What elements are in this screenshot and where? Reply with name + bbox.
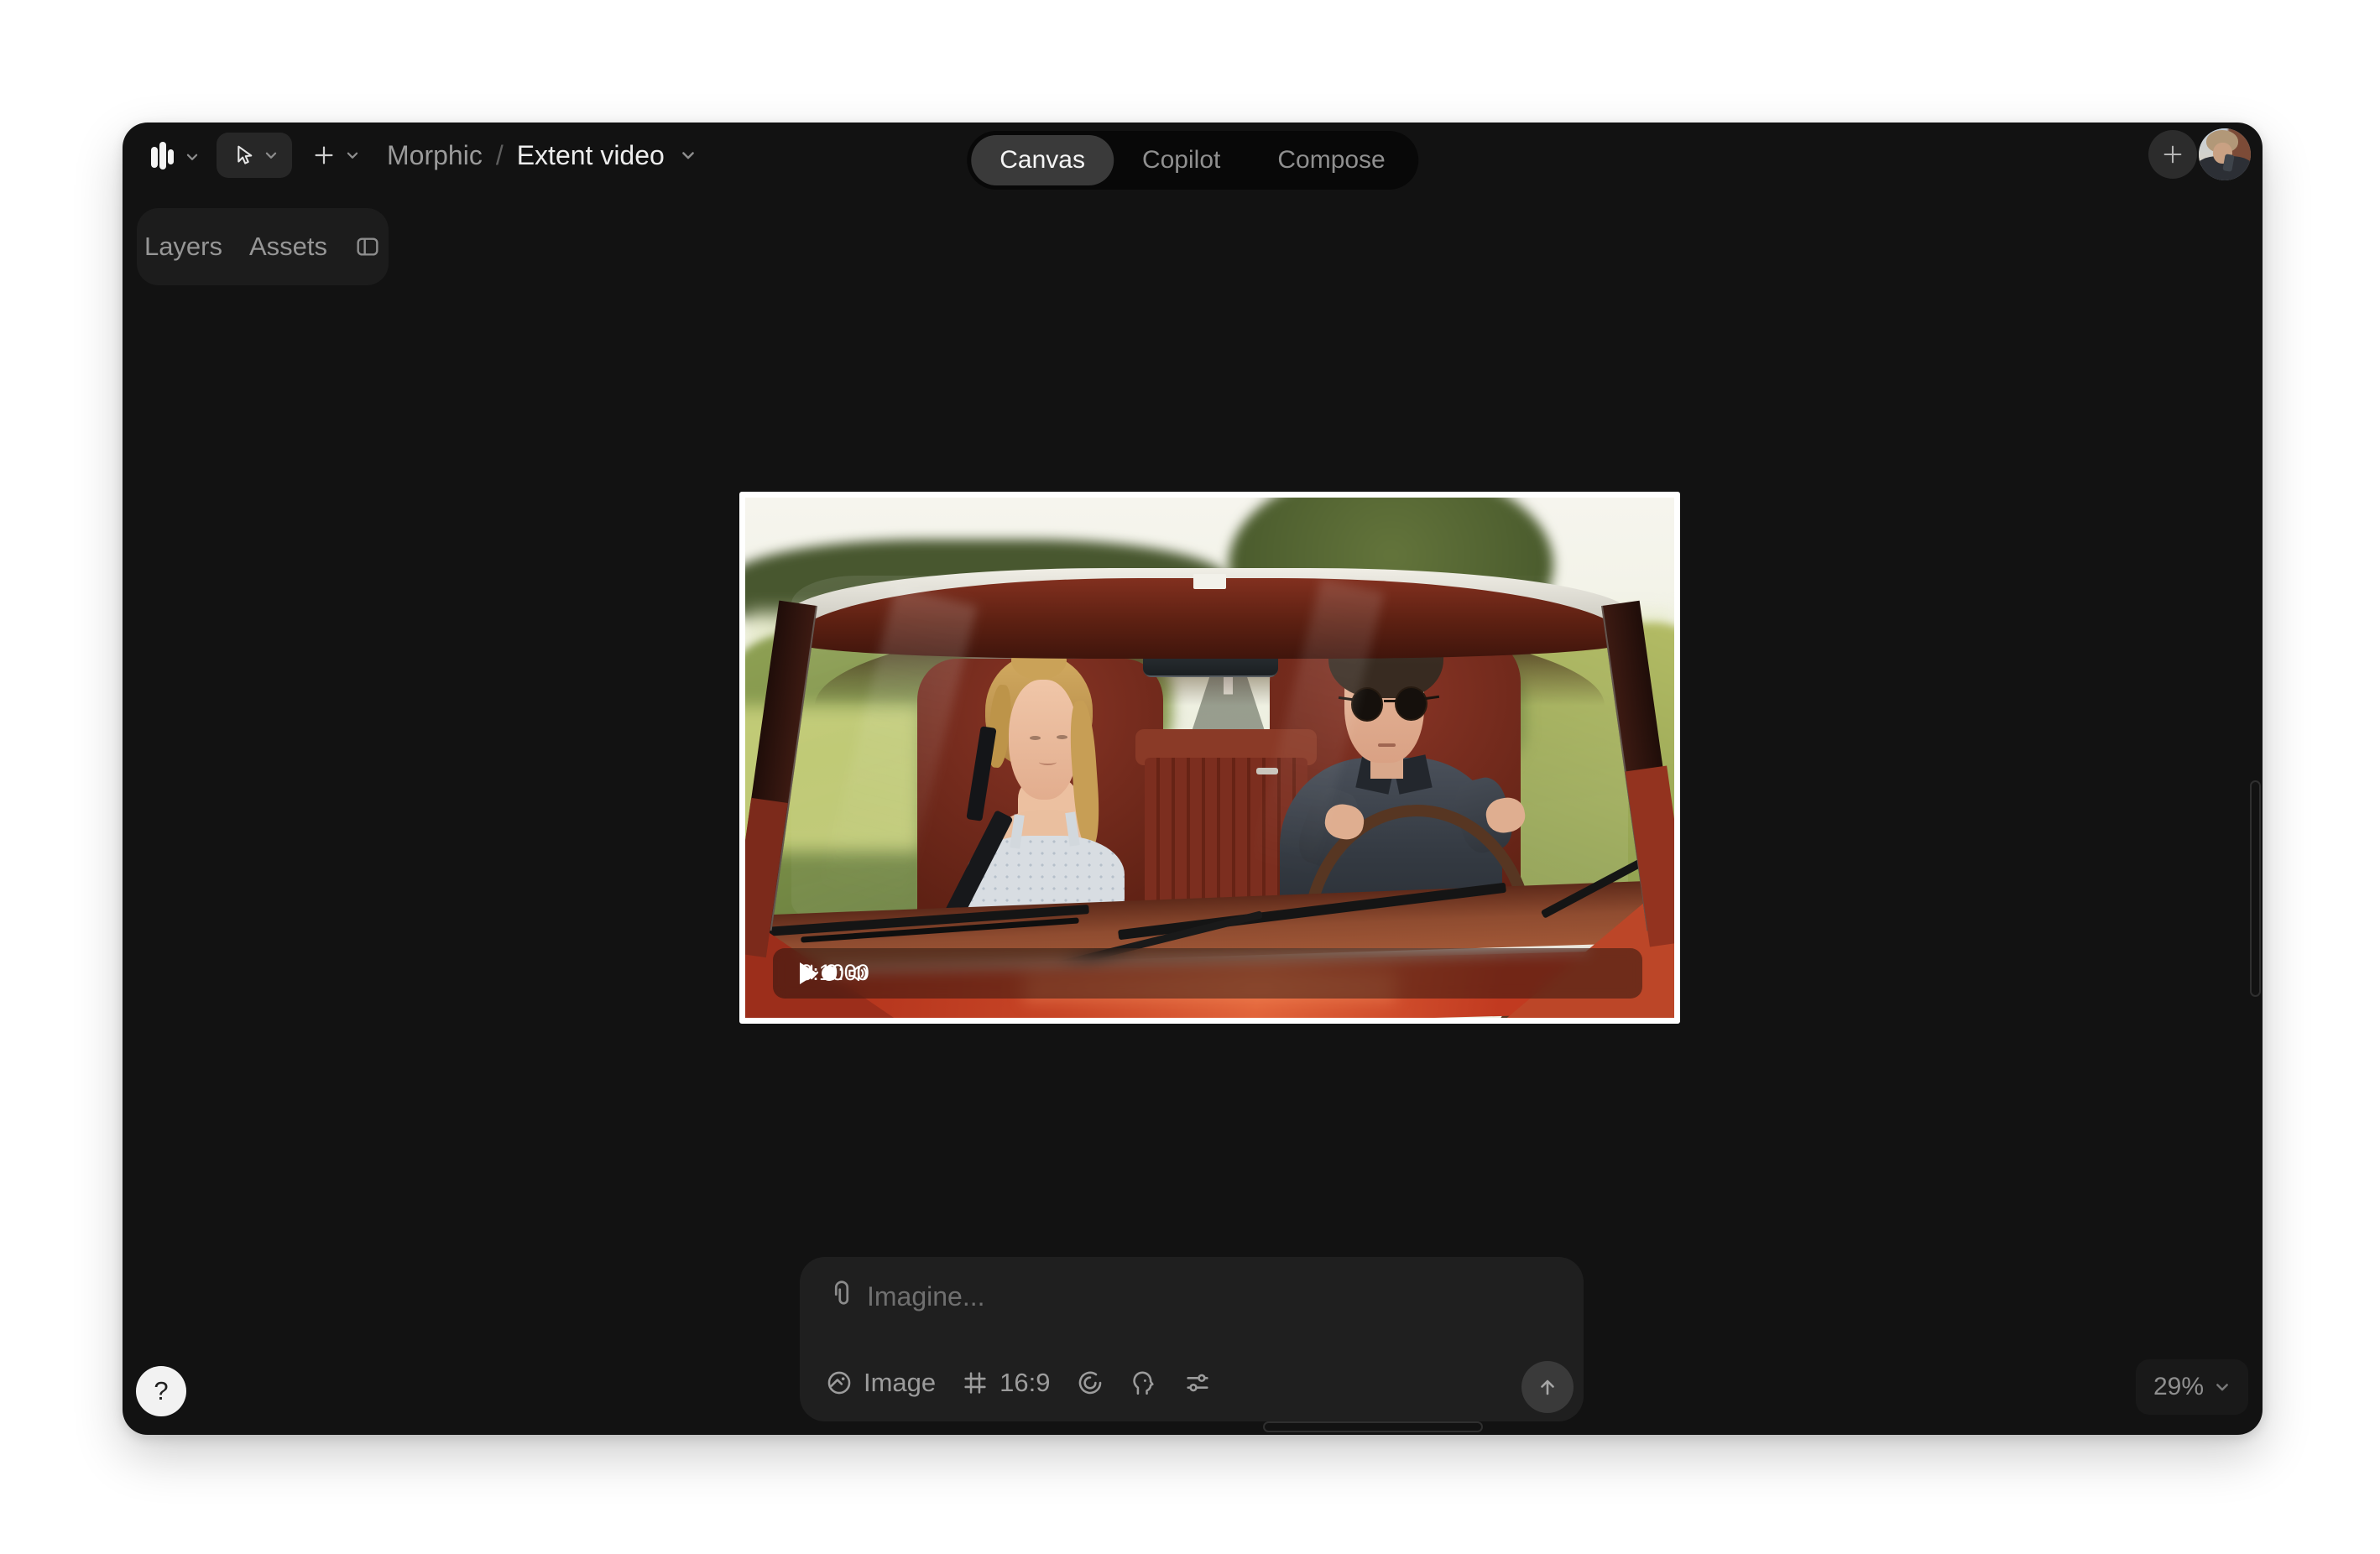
duration-label: 0:10	[800, 960, 844, 986]
breadcrumb-project[interactable]: Morphic	[387, 140, 483, 171]
scene-woman-smile	[1039, 759, 1057, 764]
tab-canvas[interactable]: Canvas	[971, 135, 1114, 185]
sliders-icon[interactable]	[1183, 1369, 1212, 1397]
app-logo-menu[interactable]	[151, 134, 200, 180]
chevron-down-icon	[185, 149, 200, 164]
app-window: Morphic / Extent video Canvas Copilot Co…	[123, 123, 2263, 1435]
view-tabbar: Canvas Copilot Compose	[967, 131, 1418, 190]
zoom-level-control[interactable]: 29%	[2136, 1359, 2248, 1415]
scene-sunglasses-lens	[1395, 686, 1427, 721]
aspect-ratio-chip[interactable]: 16:9	[961, 1368, 1050, 1398]
insert-menu[interactable]	[311, 133, 360, 178]
select-tool-button[interactable]	[217, 133, 292, 178]
question-icon: ?	[154, 1376, 168, 1406]
avatar[interactable]	[2199, 128, 2251, 180]
new-project-button[interactable]	[2148, 130, 2197, 179]
help-button[interactable]: ?	[136, 1366, 186, 1416]
paperclip-icon[interactable]	[827, 1279, 857, 1313]
frame-icon	[961, 1369, 989, 1397]
scene-sunglasses-bridge	[1384, 700, 1396, 703]
plus-icon	[311, 143, 337, 168]
chevron-down-icon	[264, 148, 279, 163]
video-controls-bar: 0:00 0:10	[773, 948, 1642, 999]
plus-icon	[2160, 142, 2185, 167]
send-button[interactable]	[1521, 1361, 1574, 1413]
scene-mirror-mount	[1193, 574, 1227, 590]
image-icon	[825, 1369, 853, 1397]
chevron-down-icon[interactable]	[680, 147, 697, 164]
mode-chip[interactable]: Image	[825, 1368, 936, 1398]
arrow-up-icon	[1534, 1374, 1561, 1400]
breadcrumb-page[interactable]: Extent video	[517, 140, 665, 171]
chevron-down-icon	[2214, 1379, 2231, 1395]
head-profile-icon[interactable]	[1130, 1369, 1158, 1397]
zoom-level-label: 29%	[2153, 1373, 2204, 1401]
chevron-down-icon	[345, 148, 360, 163]
sidebar-item-layers[interactable]: Layers	[144, 232, 222, 262]
scene-man-mouth	[1378, 743, 1396, 747]
breadcrumb-separator: /	[496, 140, 504, 171]
scene-woman-face	[1009, 680, 1078, 800]
cursor-icon	[230, 143, 255, 168]
prompt-input[interactable]	[865, 1277, 1335, 1316]
scene-woman-eye	[1057, 735, 1067, 739]
breadcrumb: Morphic / Extent video	[387, 133, 697, 178]
canvas-video-item[interactable]: 0:00 0:10	[739, 492, 1680, 1024]
swirl-icon[interactable]	[1076, 1369, 1104, 1397]
horizontal-scrollbar[interactable]	[1263, 1421, 1483, 1432]
video-still-scene: 0:00 0:10	[745, 498, 1674, 1018]
sidebar-toggle-icon[interactable]	[354, 233, 381, 260]
tab-copilot[interactable]: Copilot	[1114, 135, 1249, 185]
tab-compose[interactable]: Compose	[1249, 135, 1413, 185]
aspect-ratio-label: 16:9	[999, 1368, 1050, 1398]
mode-chip-label: Image	[864, 1368, 936, 1398]
sidebar-item-assets[interactable]: Assets	[249, 232, 327, 262]
layers-assets-dock: Layers Assets	[137, 208, 389, 285]
scene-woman-eye	[1030, 736, 1041, 740]
vertical-scrollbar[interactable]	[2250, 780, 2261, 997]
prompt-bar: Image 16:9	[800, 1257, 1584, 1421]
waveform-logo-icon	[151, 140, 175, 174]
prompt-options-row: Image 16:9	[825, 1361, 1212, 1405]
page: Morphic / Extent video Canvas Copilot Co…	[0, 0, 2380, 1554]
